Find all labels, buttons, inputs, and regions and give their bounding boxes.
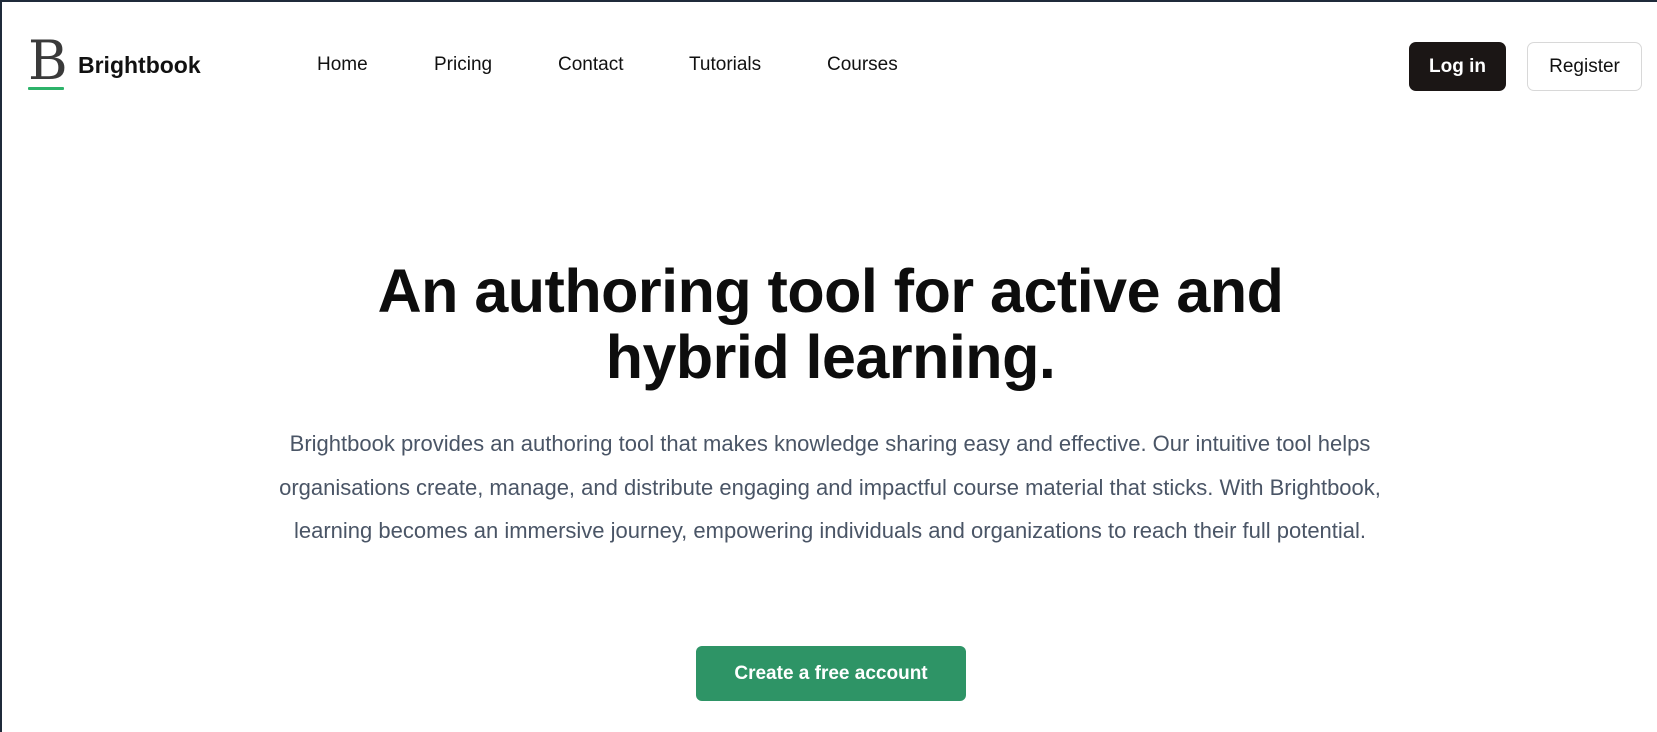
create-free-account-button[interactable]: Create a free account (696, 646, 966, 701)
brand-name: Brightbook (78, 52, 201, 78)
logo-letter: B (28, 29, 68, 92)
site-header: B Brightbook Home Pricing Contact Tutori… (2, 2, 1657, 122)
nav-item-pricing[interactable]: Pricing (434, 54, 558, 76)
nav-item-contact[interactable]: Contact (558, 54, 689, 76)
brand-logo-link[interactable]: B Brightbook (28, 29, 201, 92)
main-nav: Home Pricing Contact Tutorials Courses (317, 54, 898, 76)
nav-item-home[interactable]: Home (317, 54, 434, 76)
logo-icon: B (28, 29, 68, 92)
register-button[interactable]: Register (1527, 42, 1642, 91)
logo-underline (28, 87, 64, 90)
nav-item-tutorials[interactable]: Tutorials (689, 54, 827, 76)
hero-title-line-1: An authoring tool for active and (377, 257, 1284, 325)
hero-title: An authoring tool for active and hybrid … (2, 258, 1657, 390)
nav-item-courses[interactable]: Courses (827, 54, 898, 76)
login-button[interactable]: Log in (1409, 42, 1506, 91)
page-frame: B Brightbook Home Pricing Contact Tutori… (0, 0, 1657, 732)
hero-title-line-2: hybrid learning. (605, 323, 1056, 391)
hero-description: Brightbook provides an authoring tool th… (279, 431, 1381, 543)
